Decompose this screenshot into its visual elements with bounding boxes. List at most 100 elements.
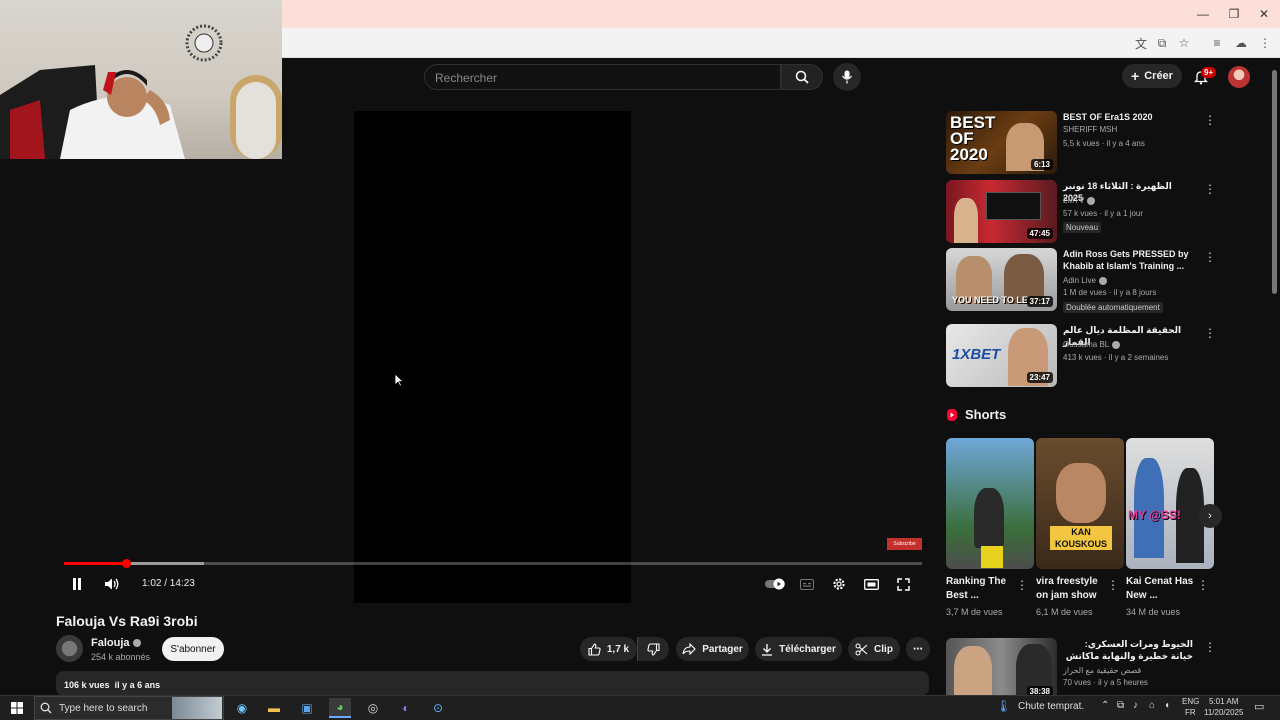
- rec-meta: 5,5 k vues · il y a 4 ans: [1063, 139, 1145, 148]
- rec-channel-text: 2MTV: [1063, 196, 1085, 205]
- rec-more-icon[interactable]: ⋮: [1204, 326, 1216, 340]
- rec-title[interactable]: الخيوط ومرات العسكري: خيانة خطيرة والنها…: [1063, 638, 1193, 662]
- description-box[interactable]: 106 k vues il y a 6 ans: [56, 671, 929, 696]
- media-control-icon[interactable]: ≡: [1208, 34, 1226, 52]
- voice-search-button[interactable]: [833, 63, 861, 91]
- bookmark-star-icon[interactable]: ☆: [1175, 34, 1193, 52]
- rec-thumb-text: 1XBET: [952, 346, 1001, 363]
- close-window-button[interactable]: ✕: [1249, 0, 1279, 28]
- channel-avatar[interactable]: [56, 635, 83, 662]
- settings-button[interactable]: [828, 574, 850, 594]
- recommendation-item[interactable]: 1XBET 23:47 الحقيقة المظلمة ديال عالم ال…: [946, 324, 1216, 388]
- weather-text[interactable]: Chute temprat.: [1018, 701, 1084, 712]
- video-player[interactable]: [354, 111, 631, 603]
- shorts-heading: Shorts: [946, 407, 1006, 422]
- rec-more-icon[interactable]: ⋮: [1204, 250, 1216, 264]
- theater-mode-button[interactable]: [860, 574, 882, 594]
- like-button[interactable]: 1,7 k: [580, 637, 637, 661]
- clock-date[interactable]: 11/20/2025: [1204, 708, 1243, 717]
- minimize-button[interactable]: —: [1188, 0, 1218, 28]
- chrome-icon[interactable]: ◕: [329, 698, 351, 718]
- rec-more-icon[interactable]: ⋮: [1204, 640, 1216, 654]
- clip-button[interactable]: Clip: [848, 637, 900, 661]
- windows-start-icon[interactable]: [6, 698, 28, 718]
- autoplay-toggle[interactable]: [764, 574, 788, 594]
- rec-badge-new: Nouveau: [1063, 222, 1102, 233]
- recommendation-item[interactable]: BEST OF 2020 6:13 BEST OF Era1S 2020 SHE…: [946, 111, 1216, 175]
- clock-time[interactable]: 5:01 AM: [1209, 697, 1238, 706]
- subscriber-count: 254 k abonnés: [91, 652, 151, 662]
- tray-chevron-icon[interactable]: ⌃: [1101, 700, 1109, 711]
- recommendation-item[interactable]: 47:45 الظهيرة : الثلاثاء 18 نونبر 2025 2…: [946, 180, 1216, 244]
- browser-menu-icon[interactable]: ⋮: [1256, 34, 1274, 52]
- rec-title[interactable]: BEST OF Era1S 2020: [1063, 111, 1193, 123]
- weather-icon[interactable]: 🌡: [996, 699, 1011, 715]
- create-button[interactable]: + Créer: [1122, 64, 1182, 88]
- rec-thumbnail[interactable]: 47:45: [946, 180, 1057, 243]
- search-button[interactable]: [781, 64, 823, 90]
- rec-channel[interactable]: SHERIFF MSH: [1063, 125, 1117, 134]
- short-title[interactable]: vira freestyle on jam show: [1036, 575, 1108, 603]
- short-more-icon[interactable]: ⋮: [1107, 578, 1119, 592]
- rec-more-icon[interactable]: ⋮: [1204, 182, 1216, 196]
- steam-icon[interactable]: ⊙: [427, 698, 449, 718]
- short-title[interactable]: Ranking The Best ...: [946, 575, 1018, 603]
- rec-channel[interactable]: Adin Live: [1063, 276, 1107, 285]
- rec-channel-text: Oussama BL: [1063, 340, 1110, 349]
- channel-name[interactable]: Falouja: [91, 637, 141, 649]
- short-more-icon[interactable]: ⋮: [1016, 578, 1028, 592]
- shorts-next-button[interactable]: ›: [1198, 504, 1222, 528]
- messenger-icon[interactable]: ◐: [395, 698, 417, 718]
- rec-thumb-text: BEST OF 2020: [950, 113, 996, 164]
- short-more-icon[interactable]: ⋮: [1197, 578, 1209, 592]
- speaker-icon[interactable]: ◖: [1164, 700, 1170, 711]
- short-thumbnail[interactable]: MY @SS!: [1126, 438, 1214, 569]
- network-icon[interactable]: ⌂: [1149, 700, 1155, 711]
- chevron-right-icon: ›: [1208, 510, 1212, 522]
- tray-app-icon[interactable]: ⧉: [1117, 700, 1124, 711]
- recommendation-item[interactable]: YOU NEED TO LE 37:17 Adin Ross Gets PRES…: [946, 248, 1216, 313]
- notification-center-icon[interactable]: ▭: [1254, 700, 1264, 713]
- obs-icon[interactable]: ◎: [362, 698, 384, 718]
- rec-thumbnail[interactable]: BEST OF 2020 6:13: [946, 111, 1057, 174]
- scrollbar-thumb[interactable]: [1272, 70, 1277, 294]
- pause-button[interactable]: [66, 574, 88, 594]
- more-actions-button[interactable]: ⋯: [906, 637, 930, 661]
- rec-channel-text: Adin Live: [1063, 276, 1096, 285]
- subscribe-watermark[interactable]: Subscribe: [887, 538, 922, 550]
- store-icon[interactable]: ▣: [296, 698, 318, 718]
- input-language-secondary[interactable]: FR: [1185, 708, 1196, 717]
- profile-icon[interactable]: ☁: [1232, 34, 1250, 52]
- rec-thumbnail[interactable]: YOU NEED TO LE 37:17: [946, 248, 1057, 311]
- download-button[interactable]: Télécharger: [755, 637, 842, 661]
- recommendation-item[interactable]: 38:38 الخيوط ومرات العسكري: خيانة خطيرة …: [946, 638, 1216, 695]
- fullscreen-button[interactable]: [892, 574, 914, 594]
- rec-thumbnail[interactable]: 1XBET 23:47: [946, 324, 1057, 387]
- rec-channel[interactable]: 2MTV: [1063, 196, 1096, 205]
- mouse-cursor: [394, 373, 405, 392]
- dislike-button[interactable]: [637, 637, 669, 661]
- rec-channel[interactable]: Oussama BL: [1063, 340, 1121, 349]
- cast-icon[interactable]: ⧉: [1153, 34, 1171, 52]
- short-title[interactable]: Kai Cenat Has New ...: [1126, 575, 1198, 603]
- copilot-icon[interactable]: ◉: [231, 698, 253, 718]
- rec-title[interactable]: Adin Ross Gets PRESSED by Khabib at Isla…: [1063, 248, 1193, 272]
- short-thumbnail[interactable]: KAN KOUSKOUS: [1036, 438, 1124, 569]
- volume-button[interactable]: [101, 574, 123, 594]
- rec-channel[interactable]: قصص حقيقية مع الحراز: [1063, 666, 1141, 675]
- translate-icon[interactable]: 文: [1132, 34, 1150, 52]
- rec-thumbnail[interactable]: 38:38: [946, 638, 1057, 695]
- view-count: 106 k vues: [64, 680, 110, 690]
- restore-button[interactable]: ❐: [1219, 0, 1249, 28]
- subscribe-button[interactable]: S'abonner: [162, 637, 224, 661]
- user-avatar[interactable]: [1228, 66, 1250, 88]
- input-language-primary[interactable]: ENG: [1182, 697, 1199, 706]
- progress-scrubber[interactable]: [122, 559, 132, 568]
- short-thumbnail[interactable]: [946, 438, 1034, 569]
- microphone-icon[interactable]: ♪: [1133, 700, 1138, 711]
- subtitles-button[interactable]: [796, 574, 818, 594]
- rec-more-icon[interactable]: ⋮: [1204, 113, 1216, 127]
- search-input[interactable]: Rechercher: [424, 64, 781, 90]
- file-explorer-icon[interactable]: ▬: [263, 698, 285, 718]
- share-button[interactable]: Partager: [676, 637, 749, 661]
